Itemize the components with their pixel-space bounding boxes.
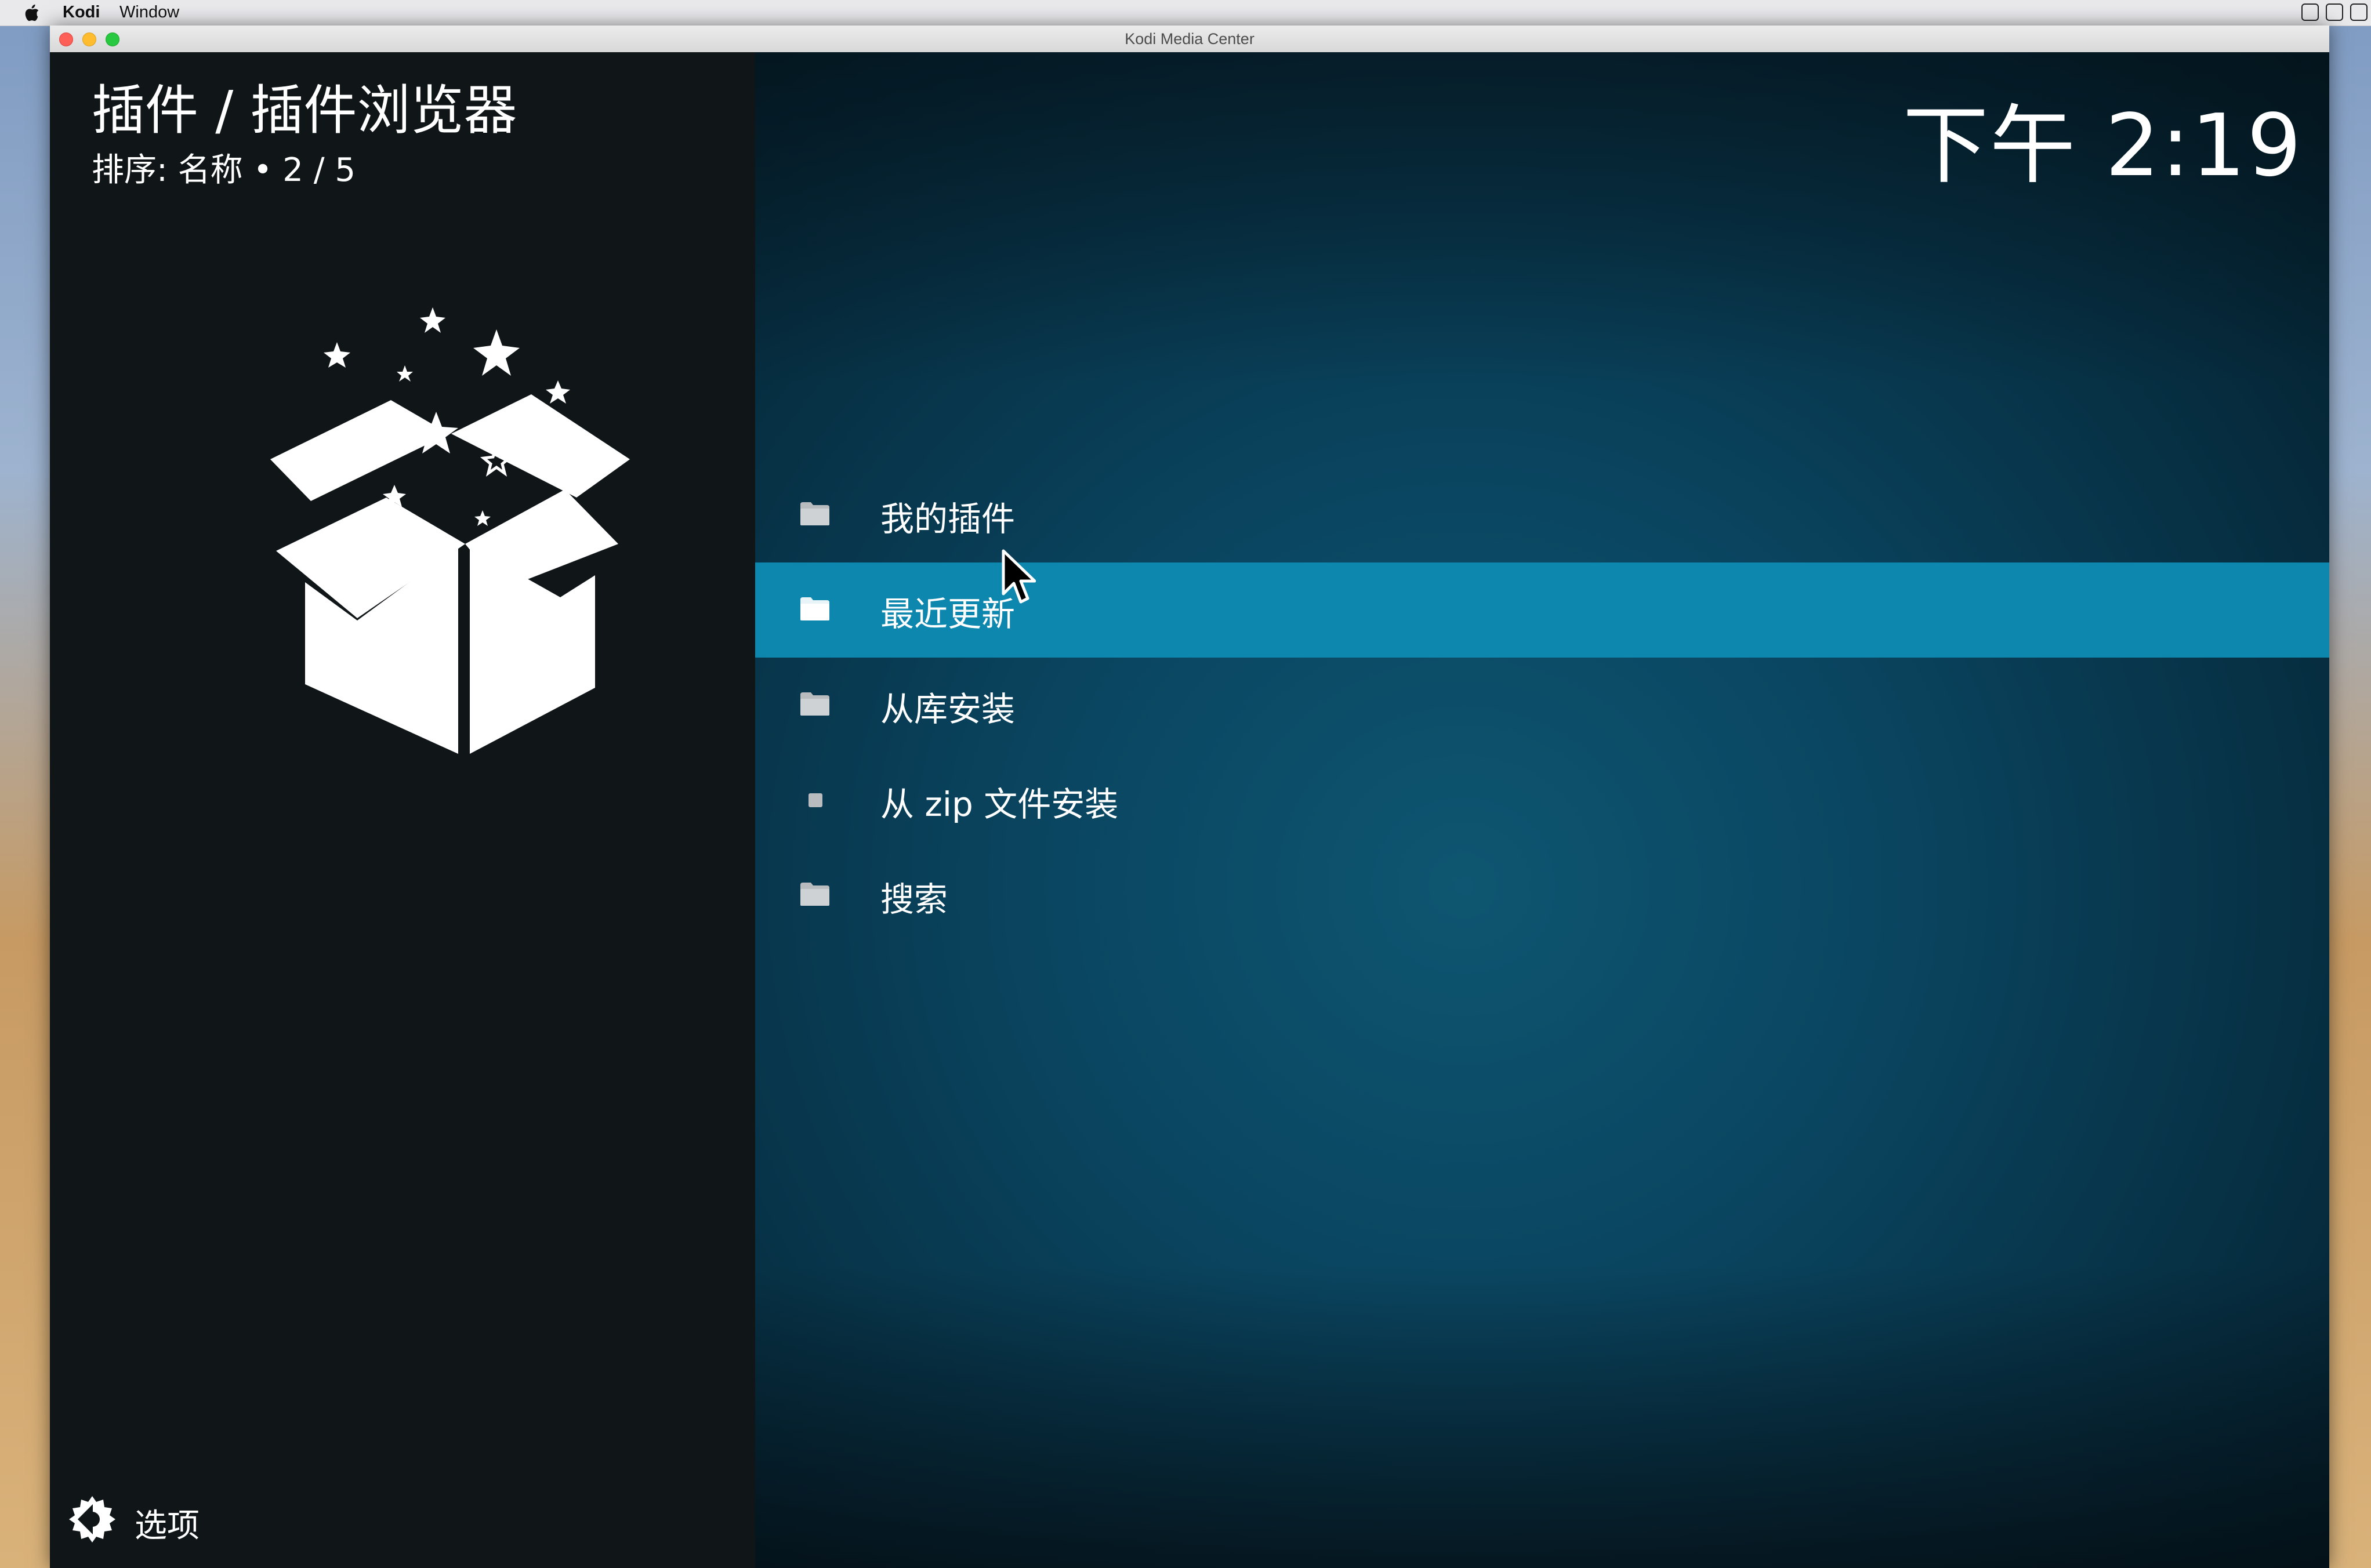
addon-box-icon [270, 307, 630, 754]
mac-menu-bar: Kodi Window [0, 0, 2371, 26]
menu-item-label: 搜索 [880, 880, 948, 919]
window-title: Kodi Media Center [1125, 30, 1255, 48]
folder-icon [800, 692, 829, 716]
folder-icon [800, 502, 829, 525]
menu-item-label: 从 zip 文件安装 [880, 785, 1119, 824]
menu-item-label: 最近更新 [880, 594, 1016, 634]
settings-gear-icon [69, 1496, 115, 1542]
apple-icon[interactable] [23, 3, 41, 22]
page-title: 插件 / 插件浏览器 [92, 79, 517, 141]
menu-item-install-from-zip[interactable]: 从 zip 文件安装 [755, 753, 2329, 848]
left-panel: 插件 / 插件浏览器 排序: 名称 • 2 / 5 选项 [50, 52, 755, 1568]
clock: 下午 2:19 [1902, 96, 2303, 195]
folder-icon [800, 883, 829, 906]
zip-icon [809, 793, 822, 807]
menu-item-my-addons[interactable]: 我的插件 [755, 467, 2329, 562]
folder-icon [800, 597, 829, 620]
menu-item-search[interactable]: 搜索 [755, 848, 2329, 943]
menu-item-install-from-repo[interactable]: 从库安装 [755, 658, 2329, 753]
menu-item-label: 从库安装 [880, 689, 1016, 729]
menu-item-label: 我的插件 [880, 499, 1016, 539]
addon-menu-list: 我的插件 最近更新 从库安装 从 zip 文件安装 搜索 [755, 467, 2329, 943]
window-titlebar[interactable]: Kodi Media Center [50, 26, 2329, 53]
status-icon-1[interactable] [2301, 3, 2319, 21]
menu-app-kodi[interactable]: Kodi [63, 3, 100, 22]
kodi-content: 插件 / 插件浏览器 排序: 名称 • 2 / 5 选项 下午 2:19 我的插… [50, 52, 2329, 1568]
menu-window[interactable]: Window [119, 3, 179, 22]
status-icon-2[interactable] [2326, 3, 2343, 21]
options-label: 选项 [135, 1507, 200, 1545]
mouse-cursor-icon [1002, 549, 1036, 604]
menu-item-recently-updated[interactable]: 最近更新 [755, 562, 2329, 658]
sort-info: 排序: 名称 • 2 / 5 [92, 151, 356, 189]
kodi-window: Kodi Media Center 插件 / 插件浏览器 排序: 名称 • 2 … [50, 26, 2329, 1568]
status-icon-3[interactable] [2350, 3, 2368, 21]
